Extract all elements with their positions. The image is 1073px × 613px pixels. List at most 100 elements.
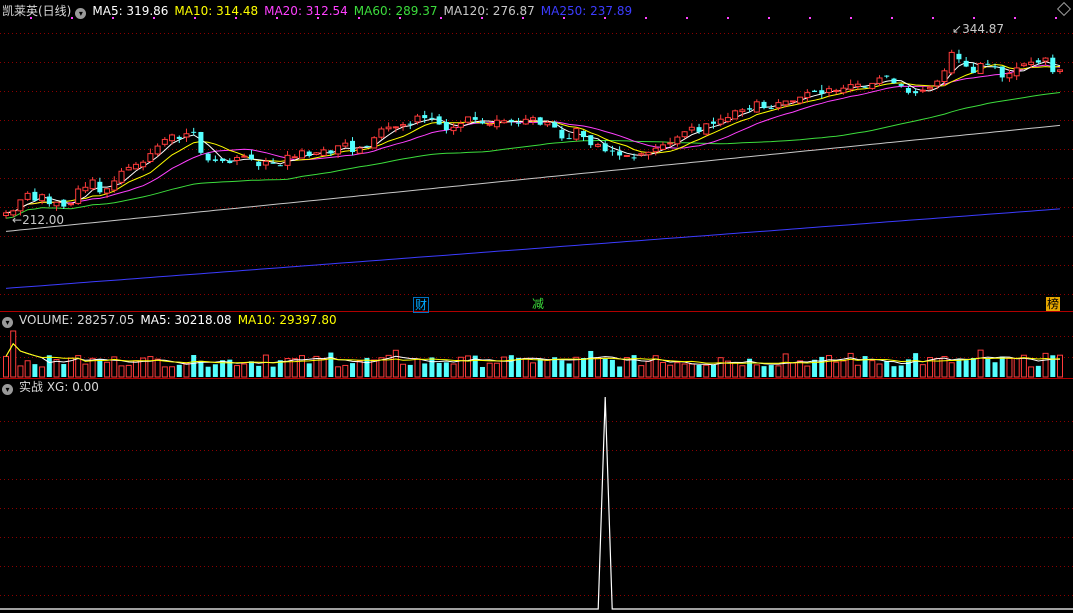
candle-down — [191, 131, 197, 133]
top-marker — [768, 17, 770, 19]
indicator-header: ▾ 实战 XG: 0.00 — [2, 379, 105, 395]
event-cai[interactable]: 财 — [413, 297, 430, 313]
volume-bar-up — [486, 362, 493, 378]
xg-signal-line — [0, 396, 1073, 610]
indicator-circle-icon[interactable]: ▾ — [2, 384, 13, 395]
candle-down — [710, 121, 716, 124]
candle-up — [1020, 63, 1027, 67]
volume-pane[interactable]: ▾ VOLUME: 28257.05 MA5: 30218.08 MA10: 2939… — [0, 312, 1073, 379]
candle-up — [125, 166, 132, 171]
volume-bar-up — [493, 362, 500, 378]
candle-up — [67, 203, 74, 206]
volume-bar-up — [313, 355, 320, 378]
candle-up — [854, 83, 861, 87]
volume-bar-up — [450, 363, 457, 378]
candle-down — [963, 60, 969, 67]
candle-down — [328, 150, 334, 154]
event-jian[interactable]: 减 — [531, 297, 545, 311]
candle-down — [537, 117, 543, 125]
candle-up — [667, 142, 674, 145]
high-price-label: ↙344.87 — [952, 22, 1005, 36]
candle-down — [364, 145, 370, 147]
candle-up — [833, 89, 840, 92]
stock-title: 凯莱英(日线) — [2, 4, 72, 18]
top-marker — [645, 17, 647, 19]
volume-bar-up — [732, 362, 739, 378]
volume-bar-up — [392, 349, 399, 378]
candle-down — [472, 117, 478, 120]
volume-bar-down — [891, 366, 897, 377]
candle-up — [501, 120, 508, 124]
volume-bar-up — [400, 363, 407, 378]
volume-ma5-label: MA5: 30218.08 — [140, 313, 232, 327]
volume-bar-down — [443, 362, 449, 377]
candle-up — [39, 194, 46, 202]
settings-circle-icon[interactable]: ▾ — [75, 8, 87, 19]
candle-up — [638, 153, 645, 156]
candle-up — [847, 84, 854, 90]
candle-up — [313, 152, 320, 155]
candle-up — [522, 118, 529, 125]
volume-ma10-label: MA10: 29397.80 — [237, 313, 337, 327]
volume-bar-down — [97, 359, 103, 377]
volume-bar-up — [703, 364, 710, 378]
volume-bar-down — [761, 366, 767, 377]
candle-up — [869, 82, 876, 89]
volume-bar-down — [191, 355, 197, 377]
indicator-pane[interactable]: ▾ 实战 XG: 0.00 — [0, 379, 1073, 613]
ma60-line — [5, 92, 1061, 219]
candle-up — [450, 126, 457, 132]
volume-bar-up — [1028, 366, 1035, 378]
volume-bar-up — [681, 363, 688, 378]
candle-up — [804, 92, 811, 99]
volume-bar-down — [479, 366, 485, 377]
volume-bar-up — [919, 364, 926, 378]
volume-bar-down — [602, 358, 608, 377]
volume-bar-up — [147, 356, 154, 378]
price-pane[interactable]: 凯莱英(日线) ▾ MA5: 319.86 MA10: 314.48 MA20: 312… — [0, 0, 1073, 313]
ma120-label: MA120: 276.87 — [443, 4, 535, 18]
price-chart — [0, 17, 1073, 312]
volume-bar-up — [645, 360, 652, 378]
candle-down — [999, 66, 1005, 78]
volume-bar-down — [768, 365, 774, 377]
volume-bar-up — [1006, 357, 1013, 378]
volume-bar-up — [530, 362, 536, 378]
candle-down — [256, 161, 262, 167]
volume-circle-icon[interactable]: ▾ — [2, 317, 13, 328]
volume-bar-down — [176, 364, 182, 377]
volume-bar-up — [132, 360, 139, 378]
volume-bar-down — [32, 364, 38, 377]
volume-bar-down — [963, 360, 969, 377]
candle-up — [530, 117, 536, 121]
candle-down — [552, 122, 558, 128]
volume-label: VOLUME: 28257.05 — [19, 313, 135, 327]
ma20-label: MA20: 312.54 — [264, 4, 348, 18]
volume-bar-up — [594, 357, 601, 378]
candle-up — [573, 128, 580, 140]
volume-bar-up — [82, 363, 89, 378]
candle-up — [169, 134, 176, 142]
volume-bar-down — [436, 362, 442, 377]
candle-down — [61, 199, 67, 207]
volume-bar-down — [270, 366, 276, 377]
candle-up — [1057, 69, 1063, 72]
candle-up — [465, 116, 472, 123]
candle-down — [862, 86, 868, 88]
candle-up — [161, 138, 168, 145]
volume-bar-up — [876, 363, 883, 378]
candle-down — [227, 160, 233, 164]
volume-bar-up — [24, 360, 31, 378]
volume-bar-up — [465, 355, 472, 378]
high-arrow-icon: ↙ — [952, 22, 963, 36]
candle-up — [927, 86, 934, 90]
volume-bar-up — [638, 365, 645, 378]
volume-bar-up — [3, 355, 9, 378]
price-header: 凯莱英(日线) ▾ MA5: 319.86 MA10: 314.48 MA20: 312… — [2, 3, 638, 19]
volume-bar-down — [898, 365, 904, 377]
event-bang[interactable]: 榜 — [1046, 297, 1061, 311]
candle-up — [659, 144, 666, 150]
volume-bar-down — [552, 357, 558, 377]
candle-up — [140, 161, 147, 168]
volume-bar-up — [17, 365, 24, 378]
